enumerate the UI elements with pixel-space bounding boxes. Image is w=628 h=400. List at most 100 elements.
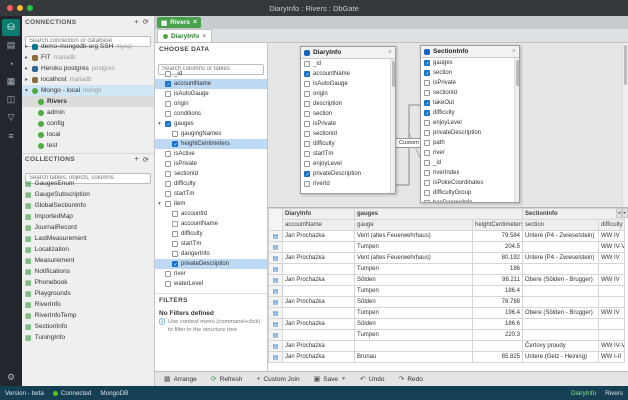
table-row[interactable]: ▤ Jan Prochazka Sölden 78.788 <box>268 296 626 308</box>
cell[interactable]: WW IV-V <box>598 340 626 352</box>
checkbox[interactable] <box>172 141 178 148</box>
cell[interactable] <box>471 340 524 352</box>
field-checkbox[interactable] <box>424 130 430 136</box>
cell[interactable] <box>282 241 355 253</box>
cell[interactable] <box>522 318 600 330</box>
table-header[interactable]: SectionInfo × <box>421 46 519 58</box>
field-row[interactable]: isAutoGauge <box>301 79 395 89</box>
tree-item[interactable]: river <box>155 269 267 279</box>
collection-item[interactable]: ▦ Notifications <box>22 266 154 277</box>
cell[interactable] <box>522 285 600 297</box>
field-row[interactable]: riverId <box>301 179 395 189</box>
table-scrollbar[interactable] <box>514 58 519 202</box>
field-row[interactable]: river <box>421 148 519 158</box>
checkbox[interactable] <box>165 271 171 277</box>
field-row[interactable]: _id <box>421 158 519 168</box>
field-checkbox[interactable] <box>424 70 430 77</box>
tree-item[interactable]: isPrivate <box>155 159 267 169</box>
cell[interactable]: Čertovy proudy <box>522 340 600 352</box>
table-row[interactable]: ▤ Jan Prochazka Sölden 186.6 <box>268 318 626 330</box>
cell[interactable]: Jan Prochazka <box>282 274 355 286</box>
group-header[interactable]: SectionInfo <box>522 208 626 220</box>
connection-item[interactable]: ▸ FIT mariadb <box>22 52 154 63</box>
field-checkbox[interactable] <box>424 150 430 156</box>
expander-icon[interactable]: ▸ <box>25 76 32 83</box>
minimize-window-button[interactable] <box>17 5 23 11</box>
field-checkbox[interactable] <box>424 80 430 86</box>
custom-join-button[interactable]: + Custom Join <box>250 373 305 385</box>
database-item[interactable]: test <box>22 140 154 151</box>
arrange-button[interactable]: ▦ Arrange <box>158 373 203 385</box>
close-table-icon[interactable]: × <box>512 48 516 55</box>
collection-item[interactable]: ▦ GaugesEnum <box>22 178 154 189</box>
designer-table-sectioninfo[interactable]: SectionInfo × gaugessectionisPrivatesectio… <box>420 45 520 203</box>
field-checkbox[interactable] <box>424 170 430 176</box>
cell[interactable]: Tumpen <box>354 307 473 319</box>
checkbox[interactable] <box>172 221 178 227</box>
tab-diaryinfo[interactable]: DiaryInfo × <box>157 29 213 42</box>
field-checkbox[interactable] <box>304 71 310 78</box>
cell[interactable]: Jan Prochazka <box>282 230 355 242</box>
row-gutter[interactable]: ▤ <box>268 307 283 319</box>
tree-item[interactable]: waterLevel <box>155 279 267 289</box>
column-header[interactable]: heightCentimeters <box>471 219 524 231</box>
cell[interactable] <box>282 263 355 275</box>
tree-item[interactable]: origin <box>155 99 267 109</box>
field-row[interactable]: accountName <box>301 69 395 79</box>
collection-item[interactable]: ▦ TuningInfo <box>22 332 154 343</box>
cell[interactable]: 204.5 <box>471 241 524 253</box>
cell[interactable] <box>598 285 626 297</box>
column-header[interactable]: accountName <box>282 219 355 231</box>
expander-icon[interactable]: ▸ <box>25 43 32 50</box>
field-row[interactable]: enjoyLevel <box>421 118 519 128</box>
field-row[interactable]: origin <box>301 89 395 99</box>
checkbox[interactable] <box>172 131 178 137</box>
cell[interactable]: Sölden <box>354 296 473 308</box>
collection-item[interactable]: ▦ Measurement <box>22 255 154 266</box>
field-row[interactable]: section <box>301 109 395 119</box>
field-checkbox[interactable] <box>424 120 430 126</box>
cell[interactable]: 98.211 <box>471 274 524 286</box>
maximize-window-button[interactable] <box>27 5 33 11</box>
row-gutter[interactable]: ▤ <box>268 340 283 352</box>
cells-icon[interactable]: ≡ <box>2 127 20 144</box>
checkbox[interactable] <box>172 261 178 268</box>
field-checkbox[interactable] <box>304 171 310 178</box>
cell[interactable] <box>598 263 626 275</box>
field-row[interactable]: riverIndex <box>421 168 519 178</box>
tree-item[interactable]: accountName <box>155 219 267 229</box>
cell[interactable]: 186.6 <box>471 318 524 330</box>
connections-icon[interactable]: ⛁ <box>2 19 20 36</box>
tree-item[interactable]: dangerInfo <box>155 249 267 259</box>
database-item[interactable]: config <box>22 118 154 129</box>
cell[interactable]: Jan Prochazka <box>282 296 355 308</box>
checkbox[interactable] <box>165 171 171 177</box>
tree-item[interactable]: isAutoGauge <box>155 89 267 99</box>
field-checkbox[interactable] <box>424 160 430 166</box>
field-checkbox[interactable] <box>424 180 430 186</box>
cell[interactable]: Brunau <box>354 351 473 363</box>
tree-item[interactable]: ▾gauges <box>155 119 267 129</box>
collection-item[interactable]: ▦ Playgrounds <box>22 288 154 299</box>
connection-item[interactable]: ▾ Mongo - local mongo <box>22 85 154 96</box>
checkbox[interactable] <box>165 151 171 157</box>
server-status[interactable]: MongoDB <box>100 390 128 397</box>
collection-item[interactable]: ▦ JournalRecord <box>22 222 154 233</box>
cell[interactable] <box>282 307 355 319</box>
checkbox[interactable] <box>165 111 171 117</box>
version-status[interactable]: Version - beta <box>5 390 44 397</box>
expander-icon[interactable]: ▸ <box>25 54 32 61</box>
table-scrollbar[interactable] <box>390 59 395 193</box>
cell[interactable]: WW IV <box>598 307 626 319</box>
tree-item[interactable]: heightCentimeters <box>155 139 267 149</box>
cell[interactable]: Jan Prochazka <box>282 252 355 264</box>
tree-item[interactable]: difficulty <box>155 229 267 239</box>
field-checkbox[interactable] <box>304 111 310 117</box>
cell[interactable]: WW I-II <box>598 351 626 363</box>
collection-item[interactable]: ▦ ImportedMap <box>22 211 154 222</box>
table-row[interactable]: ▤ Tumpen 186.4 <box>268 285 626 297</box>
table-row[interactable]: ▤ Tumpen 196.4 Obere (Sölden - Brugger) WW I… <box>268 307 626 319</box>
collection-item[interactable]: ▦ GlobalSectionInfo <box>22 200 154 211</box>
field-row[interactable]: privateDescription <box>421 128 519 138</box>
field-row[interactable]: path <box>421 138 519 148</box>
